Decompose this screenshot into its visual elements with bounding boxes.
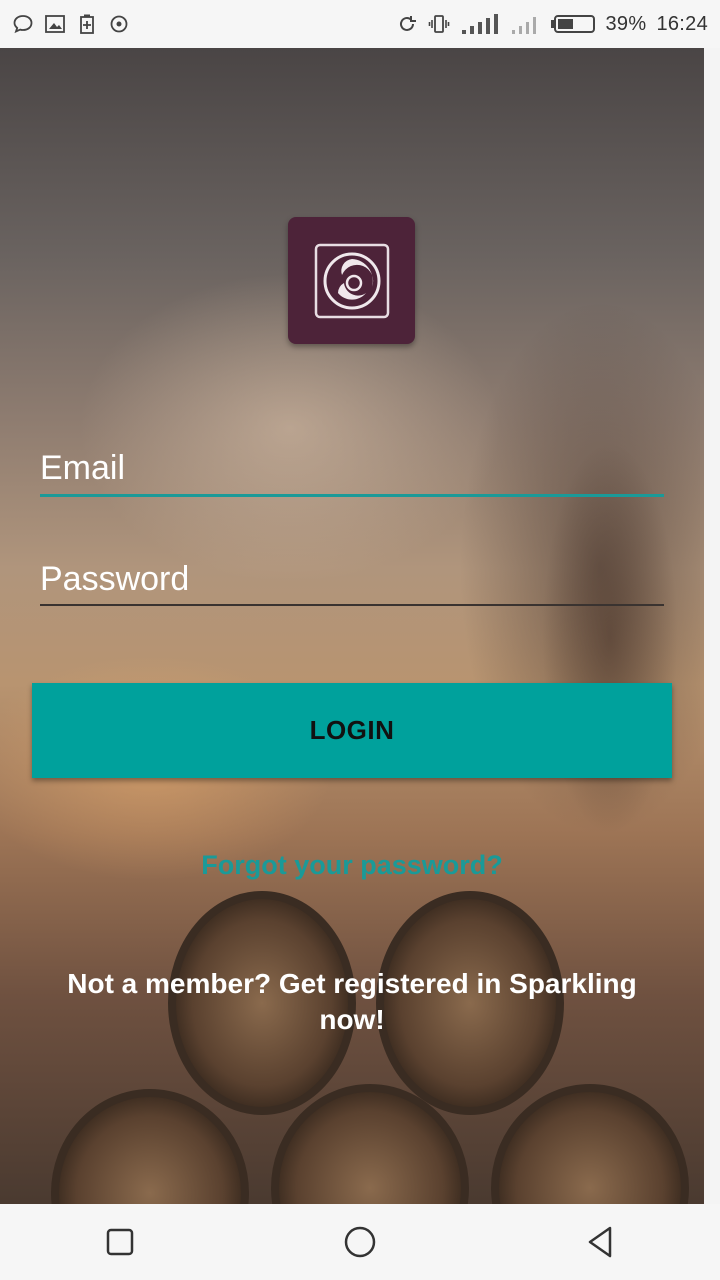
status-right-icons: 39% 16:24 (396, 13, 709, 36)
login-screen: LOGIN Forgot your password? Not a member… (0, 48, 704, 1204)
home-icon[interactable] (330, 1212, 390, 1272)
password-field-container (40, 557, 664, 601)
image-icon (44, 13, 66, 35)
login-button[interactable]: LOGIN (32, 683, 672, 778)
navigation-bar (0, 1204, 720, 1280)
signal-icon (460, 13, 500, 35)
battery-plus-icon (76, 13, 98, 35)
clock-time: 16:24 (656, 12, 708, 35)
password-underline (40, 604, 664, 606)
email-input[interactable] (40, 446, 664, 490)
background-barrels (51, 891, 689, 1204)
email-underline (40, 494, 664, 497)
chat-bubble-icon (12, 13, 34, 35)
status-left-icons (12, 13, 130, 35)
vibrate-icon (428, 13, 450, 35)
battery-icon (550, 13, 596, 35)
forgot-password-link[interactable]: Forgot your password? (0, 850, 704, 881)
back-icon[interactable] (570, 1212, 630, 1272)
recent-apps-icon[interactable] (90, 1212, 150, 1272)
register-link[interactable]: Not a member? Get registered in Sparklin… (40, 966, 664, 1038)
email-field-container (40, 446, 664, 490)
password-input[interactable] (40, 557, 664, 601)
sparkling-logo-icon (288, 217, 415, 344)
signal-weak-icon (510, 13, 540, 35)
sync-icon (108, 13, 130, 35)
status-bar: 39% 16:24 (0, 0, 720, 48)
rotate-icon (396, 13, 418, 35)
battery-percent: 39% (605, 12, 647, 35)
